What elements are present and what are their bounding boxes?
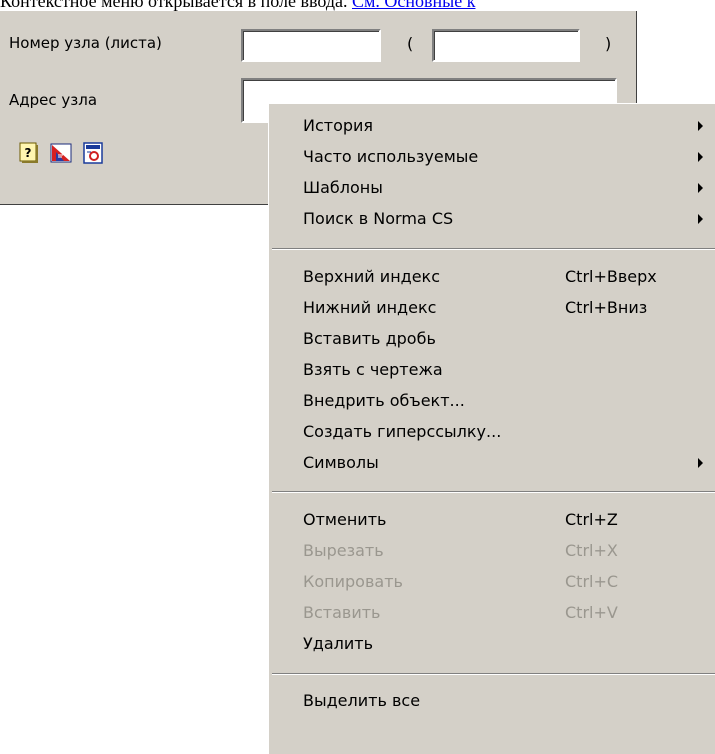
- menu-item-label: Символы: [303, 453, 379, 472]
- menu-item-shortcut: Ctrl+Вверх: [565, 267, 657, 286]
- menu-item-search-norma[interactable]: Поиск в Norma CS: [269, 204, 715, 235]
- menu-item-superscript[interactable]: Верхний индекс Ctrl+Вверх: [269, 262, 715, 293]
- menu-item-shortcut: Ctrl+C: [565, 572, 619, 591]
- menu-item-copy: Копировать Ctrl+C: [269, 567, 715, 598]
- menu-item-label: Поиск в Norma CS: [303, 209, 454, 228]
- menu-item-shortcut: Ctrl+Вниз: [565, 298, 648, 317]
- open-paren: (: [407, 34, 414, 53]
- menu-item-undo[interactable]: Отменить Ctrl+Z: [269, 505, 715, 536]
- submenu-arrow-icon: [698, 183, 703, 193]
- menu-item-templates[interactable]: Шаблоны: [269, 173, 715, 204]
- menu-item-create-hyperlink[interactable]: Создать гиперссылку...: [269, 417, 715, 448]
- context-menu: История Часто используемые Шаблоны Поиск…: [268, 103, 715, 754]
- menu-item-label: Выделить все: [303, 691, 421, 710]
- instruction-sentence: Контекстное меню открывается в поле ввод…: [0, 0, 348, 11]
- submenu-arrow-icon: [698, 121, 703, 131]
- menu-item-label: Копировать: [303, 572, 403, 591]
- submenu-arrow-icon: [698, 458, 703, 468]
- instruction-text: Контекстное меню открывается в поле ввод…: [0, 0, 715, 11]
- gost-icon[interactable]: [82, 142, 104, 164]
- menu-item-subscript[interactable]: Нижний индекс Ctrl+Вниз: [269, 293, 715, 324]
- menu-separator: [272, 491, 715, 493]
- menu-item-label: Создать гиперссылку...: [303, 422, 502, 441]
- sheet-number-field[interactable]: [432, 29, 580, 62]
- menu-item-select-all[interactable]: Выделить все: [269, 686, 715, 717]
- node-address-label: Адрес узла: [9, 91, 98, 109]
- menu-item-paste: Вставить Ctrl+V: [269, 598, 715, 629]
- menu-item-history[interactable]: История: [269, 111, 715, 142]
- menu-item-label: Вставить дробь: [303, 329, 436, 348]
- menu-item-shortcut: Ctrl+V: [565, 603, 618, 622]
- basics-link[interactable]: См. Основные к: [352, 0, 475, 11]
- menu-item-label: Удалить: [303, 634, 373, 653]
- menu-item-label: История: [303, 116, 374, 135]
- close-paren: ): [605, 34, 612, 53]
- menu-item-label: Часто используемые: [303, 147, 479, 166]
- menu-item-shortcut: Ctrl+Z: [565, 510, 618, 529]
- node-number-field[interactable]: [241, 29, 381, 62]
- menu-separator: [272, 673, 715, 675]
- menu-item-label: Отменить: [303, 510, 387, 529]
- menu-item-label: Нижний индекс: [303, 298, 437, 317]
- drawing-icon[interactable]: [50, 142, 72, 164]
- menu-item-insert-fraction[interactable]: Вставить дробь: [269, 324, 715, 355]
- menu-item-frequent[interactable]: Часто используемые: [269, 142, 715, 173]
- submenu-arrow-icon: [698, 152, 703, 162]
- menu-item-take-from-drawing[interactable]: Взять с чертежа: [269, 355, 715, 386]
- menu-item-label: Вставить: [303, 603, 381, 622]
- menu-item-delete[interactable]: Удалить: [269, 629, 715, 660]
- help-icon[interactable]: ?: [18, 142, 40, 164]
- menu-item-symbols[interactable]: Символы: [269, 448, 715, 479]
- menu-item-label: Внедрить объект...: [303, 391, 465, 410]
- svg-text:?: ?: [25, 146, 32, 160]
- menu-item-label: Взять с чертежа: [303, 360, 443, 379]
- menu-item-label: Шаблоны: [303, 178, 383, 197]
- menu-item-cut: Вырезать Ctrl+X: [269, 536, 715, 567]
- submenu-arrow-icon: [698, 214, 703, 224]
- menu-item-shortcut: Ctrl+X: [565, 541, 618, 560]
- menu-item-label: Вырезать: [303, 541, 384, 560]
- menu-item-label: Верхний индекс: [303, 267, 441, 286]
- menu-separator: [272, 248, 715, 250]
- node-number-label: Номер узла (листа): [9, 34, 162, 52]
- menu-item-embed-object[interactable]: Внедрить объект...: [269, 386, 715, 417]
